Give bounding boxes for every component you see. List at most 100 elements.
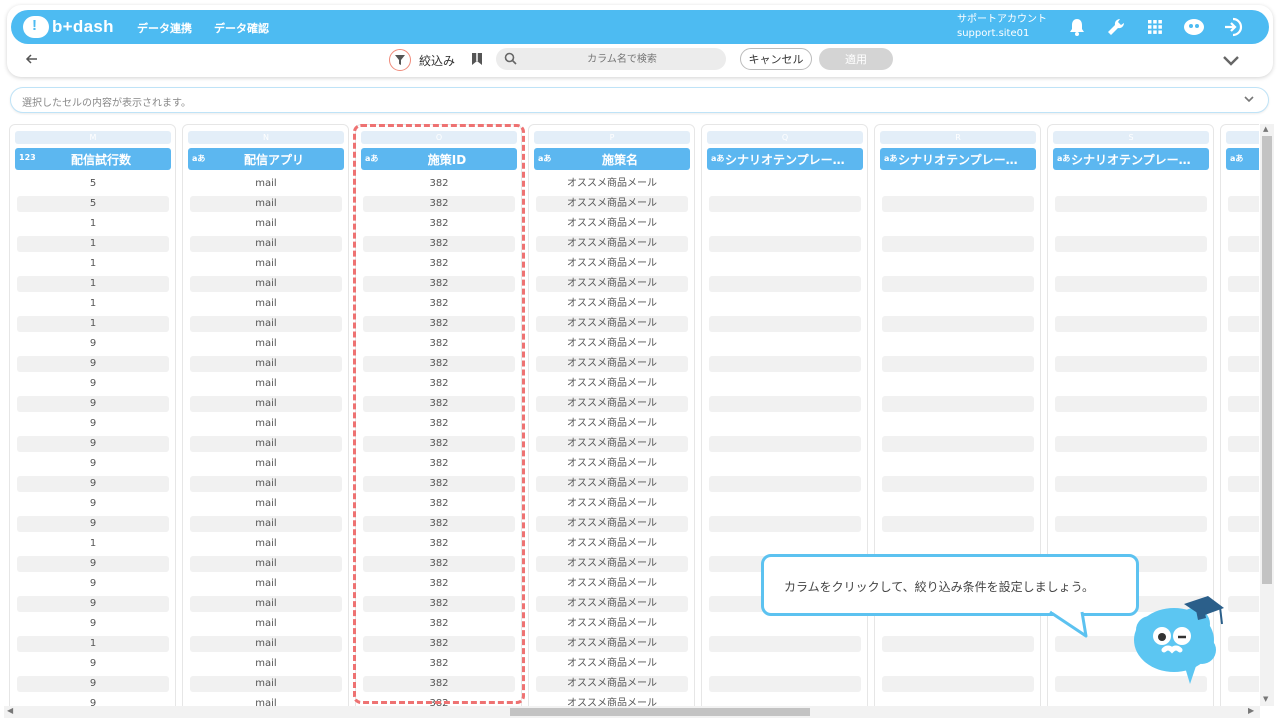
filter-icon[interactable]: [389, 49, 411, 71]
table-cell[interactable]: [709, 376, 861, 392]
table-cell[interactable]: [882, 436, 1034, 452]
table-cell[interactable]: オススメ商品メール: [536, 456, 688, 472]
table-cell[interactable]: [1055, 336, 1207, 352]
column-q[interactable]: Qaあ シナリオテンプレー…: [701, 124, 868, 706]
table-cell[interactable]: オススメ商品メール: [536, 256, 688, 272]
table-cell[interactable]: [709, 176, 861, 192]
table-cell[interactable]: [882, 536, 1034, 552]
scroll-up-icon[interactable]: ▲: [1263, 125, 1268, 133]
table-cell[interactable]: [1228, 696, 1259, 706]
table-cell[interactable]: [882, 256, 1034, 272]
table-cell[interactable]: mail: [190, 636, 342, 652]
table-cell[interactable]: [1055, 496, 1207, 512]
table-cell[interactable]: 382: [363, 636, 515, 652]
column-letter[interactable]: N: [188, 131, 344, 144]
filter-label[interactable]: 絞込み: [419, 52, 455, 69]
table-cell[interactable]: mail: [190, 256, 342, 272]
table-cell[interactable]: [1055, 236, 1207, 252]
column-letter[interactable]: T: [1226, 131, 1259, 144]
vertical-scroll-thumb[interactable]: [1262, 136, 1272, 584]
table-cell[interactable]: [1228, 556, 1259, 572]
table-cell[interactable]: 382: [363, 416, 515, 432]
table-cell[interactable]: [1055, 256, 1207, 272]
table-cell[interactable]: 9: [17, 376, 169, 392]
table-cell[interactable]: [882, 416, 1034, 432]
table-cell[interactable]: [1228, 656, 1259, 672]
table-cell[interactable]: [709, 696, 861, 706]
table-cell[interactable]: mail: [190, 436, 342, 452]
table-cell[interactable]: mail: [190, 396, 342, 412]
table-cell[interactable]: オススメ商品メール: [536, 656, 688, 672]
table-cell[interactable]: 9: [17, 596, 169, 612]
support-mascot-icon[interactable]: [1182, 15, 1206, 39]
table-cell[interactable]: オススメ商品メール: [536, 676, 688, 692]
table-cell[interactable]: 1: [17, 296, 169, 312]
table-cell[interactable]: [882, 476, 1034, 492]
table-cell[interactable]: 1: [17, 636, 169, 652]
table-cell[interactable]: 382: [363, 516, 515, 532]
column-header[interactable]: aあ シナリオテンプレー…: [707, 148, 863, 170]
table-cell[interactable]: mail: [190, 376, 342, 392]
table-cell[interactable]: [882, 316, 1034, 332]
table-cell[interactable]: [709, 536, 861, 552]
table-cell[interactable]: [1228, 416, 1259, 432]
table-cell[interactable]: [882, 236, 1034, 252]
table-cell[interactable]: mail: [190, 536, 342, 552]
table-cell[interactable]: 382: [363, 656, 515, 672]
collapse-chevron-icon[interactable]: [1222, 52, 1240, 66]
table-cell[interactable]: [1055, 296, 1207, 312]
table-cell[interactable]: オススメ商品メール: [536, 436, 688, 452]
table-cell[interactable]: 9: [17, 696, 169, 706]
column-letter[interactable]: R: [880, 131, 1036, 144]
table-cell[interactable]: [1228, 536, 1259, 552]
scroll-left-icon[interactable]: ◀: [7, 706, 13, 715]
table-cell[interactable]: [882, 656, 1034, 672]
column-header[interactable]: aあ シナリオテンプレー…: [1053, 148, 1209, 170]
table-cell[interactable]: [1228, 276, 1259, 292]
table-cell[interactable]: mail: [190, 676, 342, 692]
table-cell[interactable]: mail: [190, 336, 342, 352]
table-cell[interactable]: 382: [363, 596, 515, 612]
table-cell[interactable]: mail: [190, 456, 342, 472]
column-header[interactable]: 123 配信試行数: [15, 148, 171, 170]
table-cell[interactable]: 9: [17, 516, 169, 532]
column-m[interactable]: M 123 配信試行数 5 5 1 1 1 1 1 1 9 9 9 9 9 9 9 9 9 9 1 9 9 9 9 1 9 9 9: [9, 124, 176, 706]
table-cell[interactable]: [709, 276, 861, 292]
table-cell[interactable]: [1228, 436, 1259, 452]
table-cell[interactable]: オススメ商品メール: [536, 476, 688, 492]
table-cell[interactable]: 9: [17, 356, 169, 372]
table-cell[interactable]: 382: [363, 236, 515, 252]
nav-data-integration[interactable]: データ連携: [137, 20, 192, 36]
table-cell[interactable]: 9: [17, 336, 169, 352]
table-cell[interactable]: オススメ商品メール: [536, 496, 688, 512]
table-cell[interactable]: [709, 336, 861, 352]
table-cell[interactable]: [709, 676, 861, 692]
table-cell[interactable]: [709, 616, 861, 632]
table-cell[interactable]: 5: [17, 196, 169, 212]
table-cell[interactable]: [709, 436, 861, 452]
column-letter[interactable]: P: [534, 131, 690, 144]
table-cell[interactable]: mail: [190, 476, 342, 492]
table-cell[interactable]: 382: [363, 316, 515, 332]
column-n[interactable]: Naあ 配信アプリ mail mail mail mail mail mail mail mail…: [182, 124, 349, 706]
table-cell[interactable]: [882, 396, 1034, 412]
column-letter[interactable]: O: [361, 131, 517, 144]
nav-data-check[interactable]: データ確認: [214, 20, 269, 36]
horizontal-scroll-thumb[interactable]: [510, 708, 810, 716]
back-arrow-icon[interactable]: [24, 51, 40, 67]
table-cell[interactable]: [882, 176, 1034, 192]
table-cell[interactable]: [709, 476, 861, 492]
table-cell[interactable]: [1055, 416, 1207, 432]
search-input[interactable]: [524, 50, 720, 68]
table-cell[interactable]: [882, 296, 1034, 312]
table-cell[interactable]: [1228, 516, 1259, 532]
table-cell[interactable]: [882, 616, 1034, 632]
table-cell[interactable]: 9: [17, 676, 169, 692]
table-cell[interactable]: [882, 696, 1034, 706]
table-cell[interactable]: [709, 656, 861, 672]
table-cell[interactable]: 9: [17, 576, 169, 592]
table-cell[interactable]: 382: [363, 436, 515, 452]
table-cell[interactable]: [1055, 516, 1207, 532]
column-letter[interactable]: S: [1053, 131, 1209, 144]
table-cell[interactable]: オススメ商品メール: [536, 296, 688, 312]
